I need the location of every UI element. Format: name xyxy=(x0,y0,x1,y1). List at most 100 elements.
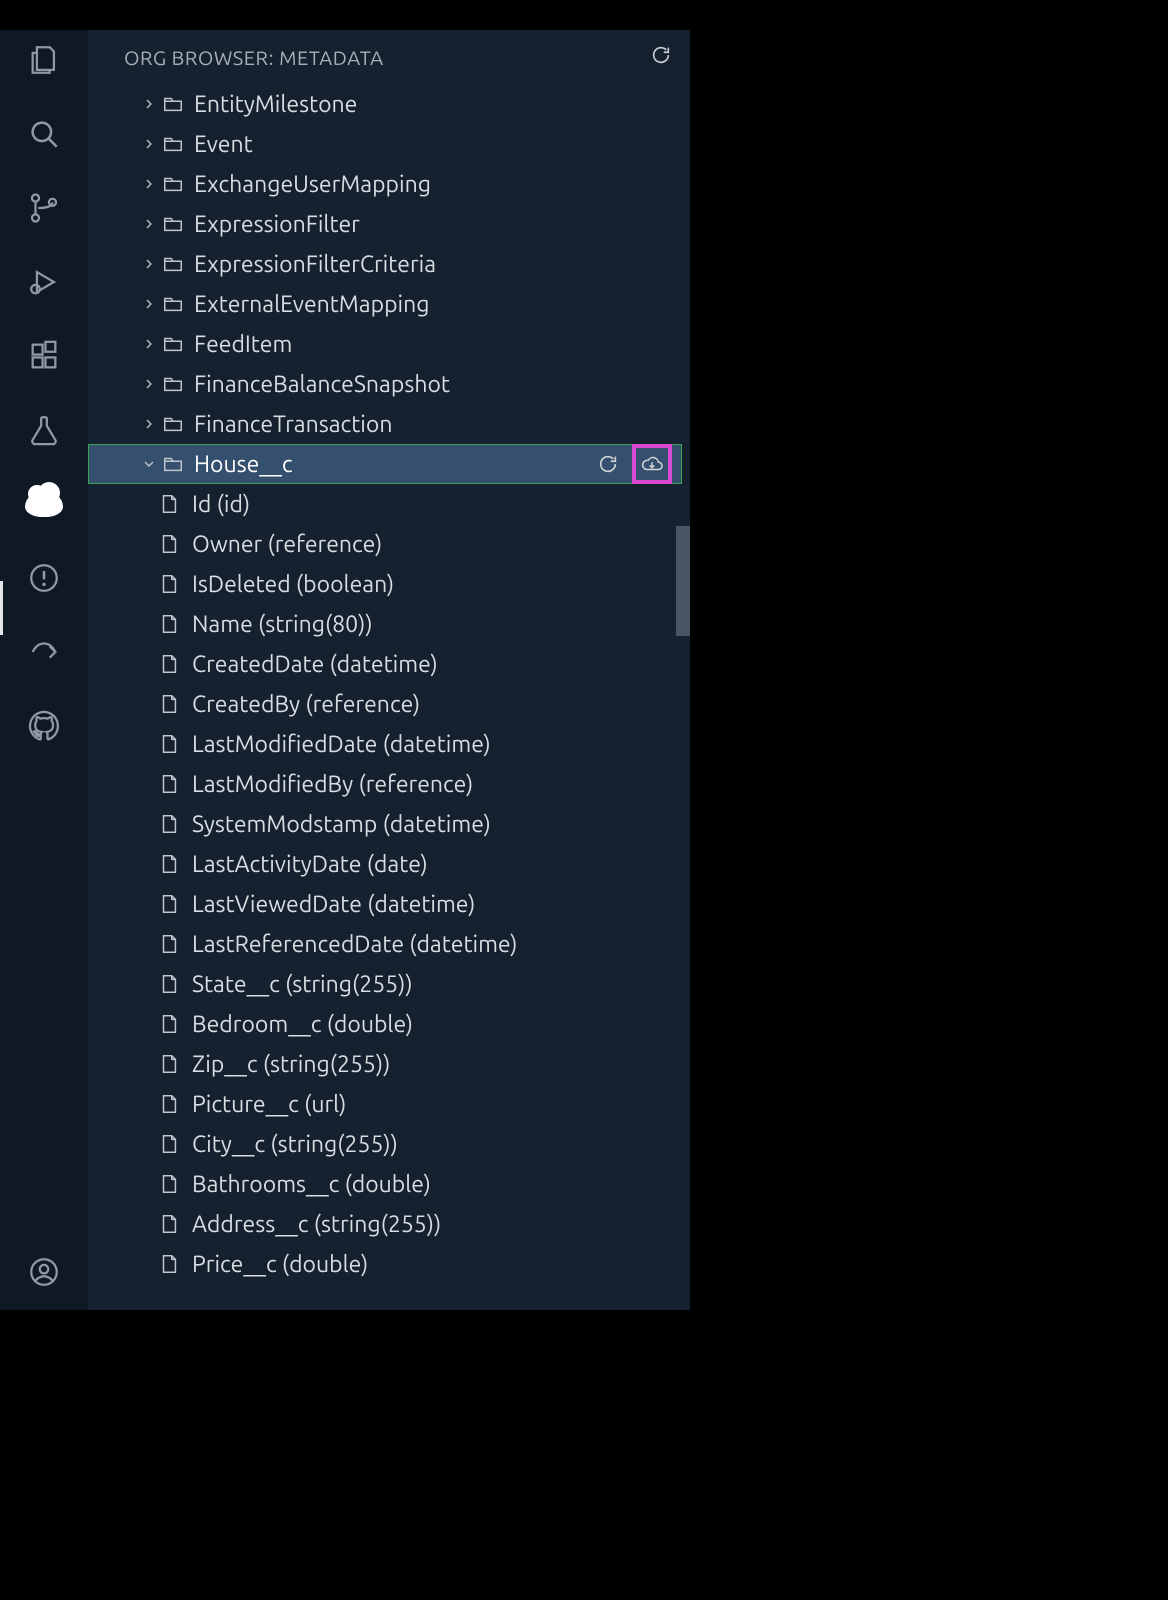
chevron-right-icon[interactable] xyxy=(138,296,160,312)
folder-icon xyxy=(160,253,186,275)
explorer-icon[interactable] xyxy=(24,40,64,80)
tree-field[interactable]: City__c (string(255)) xyxy=(88,1124,682,1164)
tree-folder[interactable]: Event xyxy=(88,124,682,164)
tree-field[interactable]: Bathrooms__c (double) xyxy=(88,1164,682,1204)
tree-field-label: Price__c (double) xyxy=(192,1252,368,1277)
tree-folder[interactable]: ExchangeUserMapping xyxy=(88,164,682,204)
chevron-right-icon[interactable] xyxy=(138,256,160,272)
tree-field[interactable]: LastReferencedDate (datetime) xyxy=(88,924,682,964)
tree-field[interactable]: LastModifiedDate (datetime) xyxy=(88,724,682,764)
file-icon xyxy=(156,813,182,835)
folder-icon xyxy=(160,333,186,355)
tree-field-label: SystemModstamp (datetime) xyxy=(192,812,491,837)
file-icon xyxy=(156,1053,182,1075)
tree-folder[interactable]: House__c xyxy=(88,444,682,484)
file-icon xyxy=(156,853,182,875)
refresh-icon[interactable] xyxy=(594,450,622,478)
tree-field[interactable]: CreatedDate (datetime) xyxy=(88,644,682,684)
folder-icon xyxy=(160,373,186,395)
cloud-download-icon[interactable] xyxy=(638,450,666,478)
tree-field-label: LastModifiedDate (datetime) xyxy=(192,732,491,757)
tree-folder-label: ExpressionFilter xyxy=(194,212,360,237)
tree-field[interactable]: Owner (reference) xyxy=(88,524,682,564)
tree-field[interactable]: Zip__c (string(255)) xyxy=(88,1044,682,1084)
sidebar: ORG BROWSER: METADATA EntityMilestone Eve… xyxy=(88,30,690,1310)
folder-icon xyxy=(160,213,186,235)
panel-title: ORG BROWSER: METADATA xyxy=(124,46,384,69)
file-icon xyxy=(156,973,182,995)
tree-field[interactable]: CreatedBy (reference) xyxy=(88,684,682,724)
tree-folder[interactable]: FeedItem xyxy=(88,324,682,364)
tree-field[interactable]: LastActivityDate (date) xyxy=(88,844,682,884)
tree-folder[interactable]: ExpressionFilter xyxy=(88,204,682,244)
row-actions xyxy=(594,444,672,484)
source-control-icon[interactable] xyxy=(24,188,64,228)
tree-field[interactable]: LastViewedDate (datetime) xyxy=(88,884,682,924)
run-debug-icon[interactable] xyxy=(24,262,64,302)
file-icon xyxy=(156,613,182,635)
tree-field[interactable]: Picture__c (url) xyxy=(88,1084,682,1124)
github-icon[interactable] xyxy=(24,706,64,746)
chevron-right-icon[interactable] xyxy=(138,376,160,392)
file-icon xyxy=(156,653,182,675)
file-icon xyxy=(156,493,182,515)
tree-field-label: LastViewedDate (datetime) xyxy=(192,892,475,917)
ide-panel: ORG BROWSER: METADATA EntityMilestone Eve… xyxy=(0,30,690,1310)
tree-folder[interactable]: ExternalEventMapping xyxy=(88,284,682,324)
issues-icon[interactable] xyxy=(24,558,64,598)
chevron-right-icon[interactable] xyxy=(138,96,160,112)
share-icon[interactable] xyxy=(24,632,64,672)
active-indicator xyxy=(0,581,3,635)
folder-icon xyxy=(160,93,186,115)
tree-folder-label: FinanceTransaction xyxy=(194,412,392,437)
tree-field-label: LastModifiedBy (reference) xyxy=(192,772,473,797)
tree-field-label: Zip__c (string(255)) xyxy=(192,1052,390,1077)
file-icon xyxy=(156,573,182,595)
tree-folder[interactable]: ExpressionFilterCriteria xyxy=(88,244,682,284)
tree-field-label: Picture__c (url) xyxy=(192,1092,346,1117)
tree-field[interactable]: Bedroom__c (double) xyxy=(88,1004,682,1044)
metadata-tree[interactable]: EntityMilestone Event ExchangeUserMapping E… xyxy=(88,84,690,1310)
tree-folder[interactable]: FinanceBalanceSnapshot xyxy=(88,364,682,404)
tree-field[interactable]: Name (string(80)) xyxy=(88,604,682,644)
scrollbar-thumb[interactable] xyxy=(676,526,690,636)
tree-field[interactable]: State__c (string(255)) xyxy=(88,964,682,1004)
tree-field-label: CreatedBy (reference) xyxy=(192,692,420,717)
tree-field-label: LastReferencedDate (datetime) xyxy=(192,932,518,957)
extensions-icon[interactable] xyxy=(24,336,64,376)
tree-field[interactable]: Price__c (double) xyxy=(88,1244,682,1284)
search-icon[interactable] xyxy=(24,114,64,154)
tree-field[interactable]: SystemModstamp (datetime) xyxy=(88,804,682,844)
tree-folder[interactable]: FinanceTransaction xyxy=(88,404,682,444)
tree-field[interactable]: LastModifiedBy (reference) xyxy=(88,764,682,804)
activity-bar xyxy=(0,30,88,1310)
file-icon xyxy=(156,1013,182,1035)
tree-field-label: IsDeleted (boolean) xyxy=(192,572,394,597)
file-icon xyxy=(156,1253,182,1275)
folder-icon xyxy=(160,413,186,435)
file-icon xyxy=(156,693,182,715)
chevron-right-icon[interactable] xyxy=(138,216,160,232)
salesforce-cloud-icon[interactable] xyxy=(24,484,64,524)
file-icon xyxy=(156,1093,182,1115)
panel-refresh-button[interactable] xyxy=(650,44,672,70)
testing-icon[interactable] xyxy=(24,410,64,450)
tree-field-label: State__c (string(255)) xyxy=(192,972,413,997)
tree-field[interactable]: Address__c (string(255)) xyxy=(88,1204,682,1244)
tree-folder-label: Event xyxy=(194,132,253,157)
folder-icon xyxy=(160,293,186,315)
file-icon xyxy=(156,893,182,915)
file-icon xyxy=(156,1133,182,1155)
chevron-right-icon[interactable] xyxy=(138,176,160,192)
tree-folder-label: House__c xyxy=(194,452,293,477)
chevron-right-icon[interactable] xyxy=(138,336,160,352)
chevron-right-icon[interactable] xyxy=(138,136,160,152)
chevron-right-icon[interactable] xyxy=(138,416,160,432)
tree-field[interactable]: Id (id) xyxy=(88,484,682,524)
accounts-icon[interactable] xyxy=(24,1252,64,1292)
tree-field[interactable]: IsDeleted (boolean) xyxy=(88,564,682,604)
file-icon xyxy=(156,533,182,555)
file-icon xyxy=(156,773,182,795)
tree-folder[interactable]: EntityMilestone xyxy=(88,84,682,124)
chevron-down-icon[interactable] xyxy=(138,456,160,472)
